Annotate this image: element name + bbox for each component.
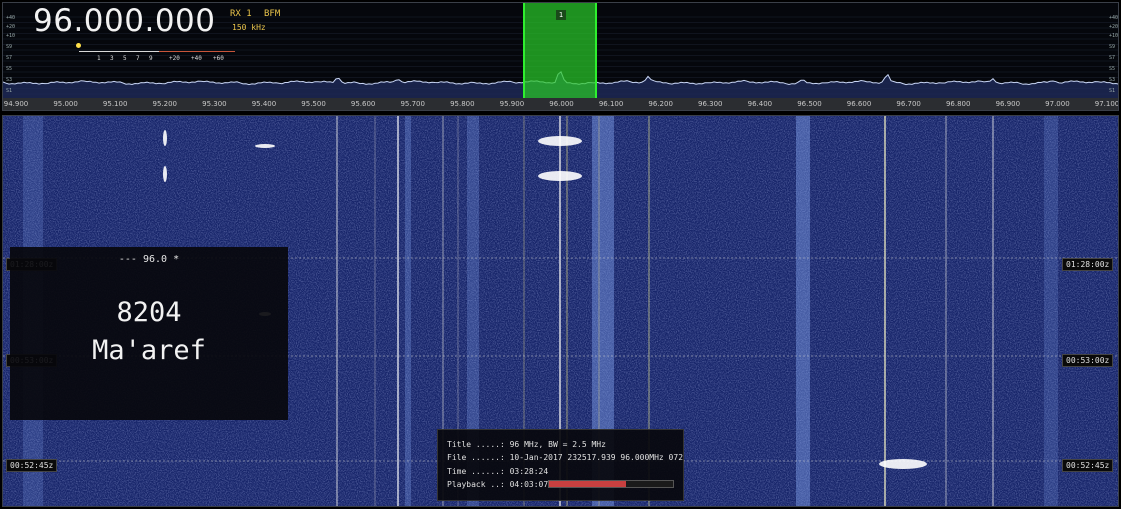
frequency-tick-label: 95.100 [102, 100, 128, 108]
sdr-receiver-window: 1 96.000.000 RX 1 BFM 150 kHz 1 3 5 7 9 … [0, 0, 1121, 509]
signal-burst [538, 171, 582, 181]
frequency-scale[interactable]: 94.900 95.000 95.100 95.200 95.300 95.400 95.5… [3, 98, 1119, 110]
axis-label: S9 [1109, 44, 1116, 50]
bandwidth-label[interactable]: 150 kHz [232, 23, 266, 32]
signal-burst [163, 130, 167, 146]
info-time: Time ......: 03:28:24 [447, 467, 549, 476]
signal-band [1044, 116, 1058, 506]
frequency-tick-label: 95.800 [450, 100, 475, 108]
s-meter: 1 3 5 7 9 +20 +40 +60 [73, 43, 238, 63]
axis-label: S9 [6, 44, 13, 50]
waterfall-time-right: 00:53:00z [1062, 354, 1114, 367]
s-meter-tick: 9 [149, 55, 153, 62]
signal-burst [163, 166, 167, 182]
station-frequency-line: --- 96.0 * [118, 254, 180, 265]
axis-label: +10 [6, 33, 16, 39]
info-title: Title .....: 96 MHz, BW = 2.5 MHz [447, 440, 606, 449]
frequency-tick-label: 96.900 [995, 100, 1021, 108]
frequency-tick-label: 96.800 [945, 100, 971, 108]
frequency-tick-label: 96.400 [747, 100, 773, 108]
axis-label: +40 [1109, 15, 1119, 21]
frequency-tick-label: 97.000 [1045, 100, 1070, 108]
recording-info-panel: Title .....: 96 MHz, BW = 2.5 MHz File .… [437, 429, 684, 501]
s-meter-tick: 1 [97, 55, 101, 62]
station-name: Ma'aref [92, 335, 206, 366]
axis-label: S5 [1109, 66, 1116, 72]
axis-label: S3 [1109, 77, 1116, 83]
frequency-tick-label: 94.900 [3, 100, 29, 108]
s-meter-tick: +60 [213, 55, 224, 62]
frequency-display[interactable]: 96.000.000 [33, 3, 216, 39]
frequency-tick-label: 96.200 [648, 100, 673, 108]
s-meter-tick: +40 [191, 55, 202, 62]
playback-progress-bar[interactable] [548, 480, 674, 488]
waterfall-time-left: 00:52:45z [6, 459, 58, 472]
s-meter-scale-white [79, 51, 159, 52]
vfo-number-badge: 1 [556, 10, 566, 20]
frequency-tick-label: 95.000 [53, 100, 78, 108]
s-meter-indicator-dot [76, 43, 81, 48]
frequency-tick-label: 95.700 [400, 100, 425, 108]
spectrum-panel[interactable]: 1 96.000.000 RX 1 BFM 150 kHz 1 3 5 7 9 … [2, 2, 1119, 111]
axis-label: +10 [1109, 33, 1119, 39]
frequency-tick-label: 95.400 [251, 100, 277, 108]
info-file: File ......: 10-Jan-2017 232517.939 96.0… [447, 453, 684, 462]
s-meter-tick: +20 [169, 55, 180, 62]
frequency-tick-label: 96.100 [598, 100, 624, 108]
frequency-tick-label: 95.300 [202, 100, 227, 108]
s-meter-tick: 7 [136, 55, 140, 62]
axis-label: S5 [6, 66, 13, 72]
frequency-tick-label: 95.900 [499, 100, 525, 108]
frequency-tick-label: 96.000 [549, 100, 574, 108]
frequency-tick-label: 95.500 [301, 100, 326, 108]
axis-label: S3 [6, 77, 13, 83]
frequency-tick-label: 96.700 [896, 100, 921, 108]
frequency-tick-label: 97.100 [1094, 100, 1119, 108]
axis-label: S7 [6, 55, 13, 61]
signal-band [796, 116, 810, 506]
axis-label: S7 [1109, 55, 1116, 61]
waterfall-time-right: 00:52:45z [1062, 459, 1114, 472]
axis-label: S1 [6, 88, 13, 94]
axis-label: +40 [6, 15, 16, 21]
signal-burst [538, 136, 582, 146]
axis-label: +20 [1109, 24, 1119, 30]
s-meter-tick: 3 [110, 55, 114, 62]
frequency-tick-label: 95.200 [152, 100, 178, 108]
frequency-tick-label: 96.300 [698, 100, 723, 108]
mode-label[interactable]: BFM [264, 9, 280, 19]
frequency-tick-label: 96.600 [846, 100, 872, 108]
frequency-tick-label: 95.600 [350, 100, 376, 108]
info-playback: Playback ..: 04:03:07 [447, 480, 549, 489]
waterfall-time-right: 01:28:00z [1062, 258, 1114, 271]
s-meter-scale-red [159, 51, 235, 52]
frequency-tick-label: 96.500 [797, 100, 822, 108]
station-info-overlay: --- 96.0 * 8204 Ma'aref [10, 247, 288, 420]
playback-progress-fill [549, 481, 626, 487]
station-code: 8204 [116, 297, 182, 328]
axis-label: S1 [1109, 88, 1116, 94]
s-meter-tick: 5 [123, 55, 127, 62]
signal-burst [255, 144, 275, 148]
signal-band [405, 116, 411, 506]
signal-burst [879, 459, 927, 469]
axis-label: +20 [6, 24, 16, 30]
rx-label: RX 1 [230, 9, 252, 19]
